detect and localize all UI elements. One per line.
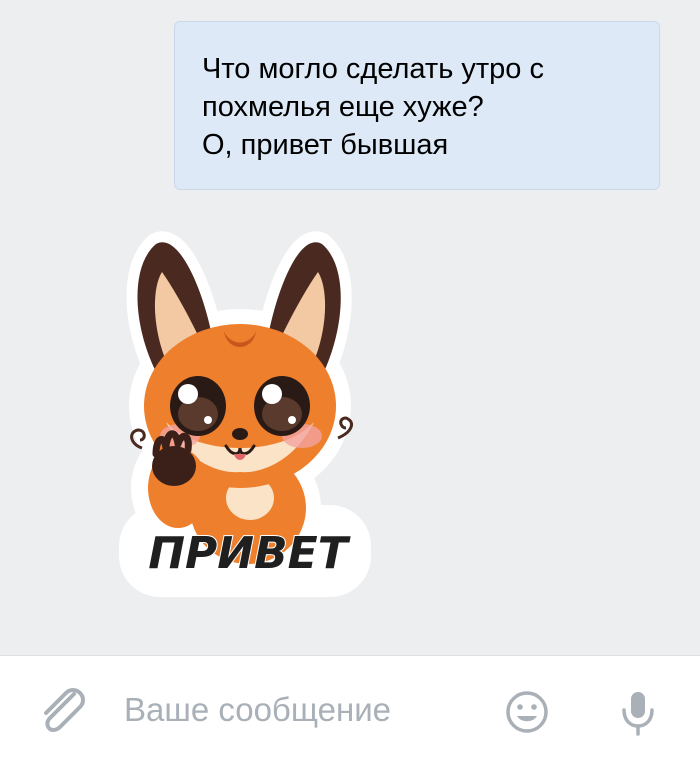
message-bubble[interactable]: Что могло сделать утро с похмелья еще ху… bbox=[174, 21, 660, 190]
sticker-caption: ПРИВЕТ bbox=[148, 528, 350, 579]
attach-button[interactable] bbox=[34, 684, 90, 736]
message-line: Что могло сделать утро с bbox=[202, 53, 544, 85]
smiley-icon bbox=[506, 691, 548, 733]
microphone-button[interactable] bbox=[616, 686, 660, 738]
chat-area: Что могло сделать утро с похмелья еще ху… bbox=[0, 0, 700, 655]
microphone-icon bbox=[622, 692, 654, 736]
message-line: похмелья еще хуже? bbox=[202, 91, 484, 123]
message-composer bbox=[0, 655, 700, 763]
emoji-button[interactable] bbox=[504, 689, 550, 735]
message-line: О, привет бывшая bbox=[202, 129, 449, 161]
paperclip-icon bbox=[44, 688, 85, 732]
fox-sticker-image: ПРИВЕТ bbox=[119, 231, 371, 597]
fox-sticker[interactable]: ПРИВЕТ bbox=[100, 226, 375, 598]
message-input[interactable] bbox=[124, 686, 484, 734]
